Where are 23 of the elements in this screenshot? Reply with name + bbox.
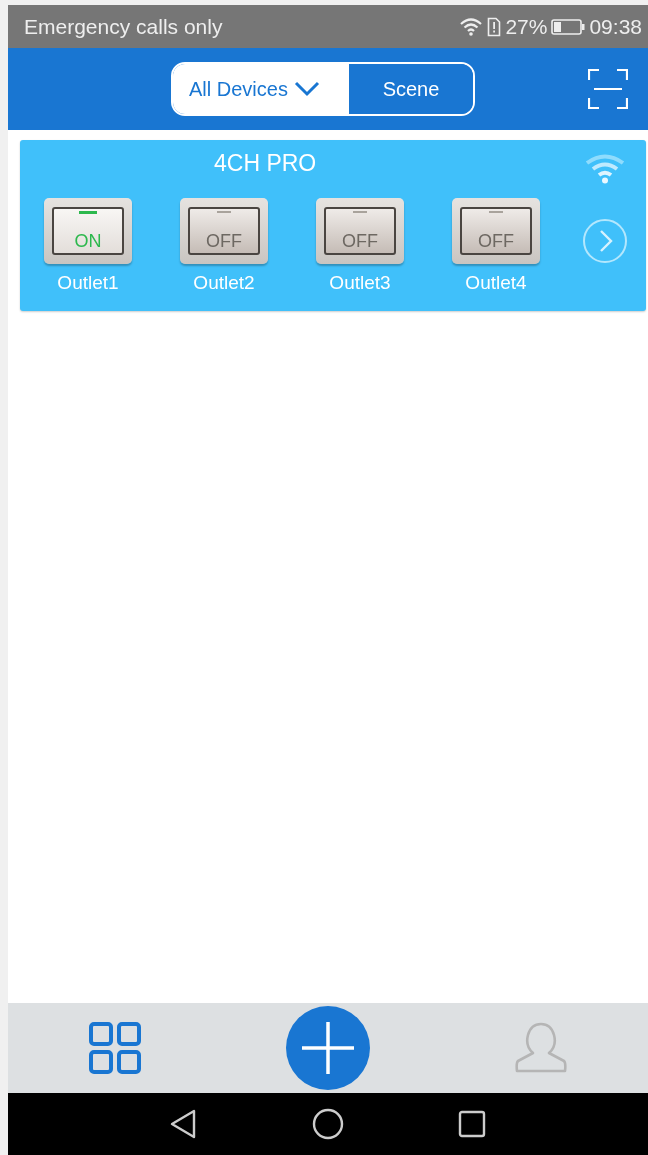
switch-button[interactable]: OFF (180, 198, 268, 264)
back-icon[interactable] (170, 1109, 198, 1139)
carrier-text: Emergency calls only (24, 14, 223, 39)
grid-icon[interactable] (88, 1022, 141, 1074)
outlet-label: Outlet2 (193, 272, 255, 294)
recents-icon[interactable] (458, 1110, 486, 1138)
clock-time: 09:38 (589, 14, 642, 39)
switch-button[interactable]: OFF (316, 198, 404, 264)
sim-alert-icon (487, 16, 502, 37)
device-name: 4CH PRO (214, 150, 317, 176)
add-button[interactable] (286, 1006, 370, 1090)
scan-icon[interactable] (588, 69, 628, 109)
battery-icon (551, 18, 586, 35)
outlet-label: Outlet1 (57, 272, 119, 294)
switch-button[interactable]: ON (44, 198, 132, 264)
device-card[interactable]: 4CH PRO ON Outlet1 OFF Outlet2 OFF Outlet3 OFF Outlet4 (20, 140, 646, 311)
wifi-icon (459, 16, 484, 37)
home-icon[interactable] (312, 1108, 344, 1140)
switch-button[interactable]: OFF (452, 198, 540, 264)
outlet-label: Outlet3 (329, 272, 391, 294)
outlet-label: Outlet4 (465, 272, 527, 294)
tab[interactable]: All Devices (173, 64, 349, 114)
battery-percent: 27% (505, 14, 548, 39)
